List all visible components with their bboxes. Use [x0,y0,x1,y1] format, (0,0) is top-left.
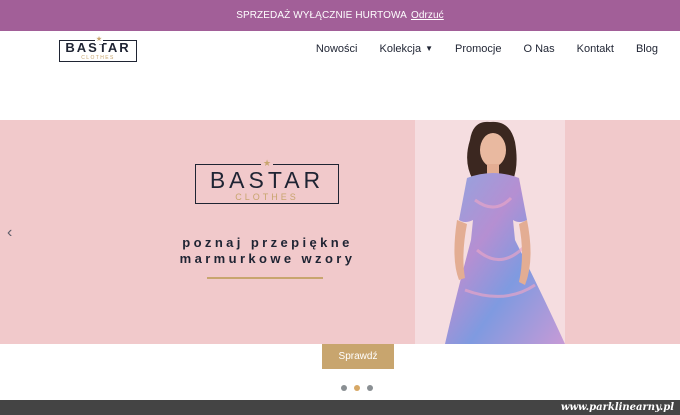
site-header: ★ BASTAR CLOTHES Nowości Kolekcja ▼ Promo… [0,31,680,71]
nav-item-nowosci[interactable]: Nowości [316,43,358,55]
nav-item-kontakt[interactable]: Kontakt [577,43,614,55]
hero-logo: ★ BASTAR CLOTHES [195,158,339,204]
main-nav: Nowości Kolekcja ▼ Promocje O Nas Kontakt… [316,43,658,55]
watermark-text: www.parklinearny.pl [560,402,674,413]
nav-item-promocje[interactable]: Promocje [455,43,501,55]
site-logo[interactable]: ★ BASTAR CLOTHES [59,36,137,62]
notice-text: SPRZEDAŻ WYŁĄCZNIE HURTOWA [236,10,407,21]
hero-logo-main-text: BASTAR [209,167,325,193]
slider-dot-3[interactable] [367,385,373,391]
notice-bar: SPRZEDAŻ WYŁĄCZNIE HURTOWA Odrzuć [0,0,680,31]
logo-sub-text: CLOTHES [81,55,115,61]
nav-item-kolekcja[interactable]: Kolekcja ▼ [380,43,434,55]
slider-dot-1[interactable] [341,385,347,391]
check-button[interactable]: Sprawdź [322,344,394,369]
nav-item-blog[interactable]: Blog [636,43,658,55]
chevron-down-icon: ▼ [425,44,433,53]
hero-slide: ‹ ★ BASTAR CLOTHES poznaj przepiękne mar… [0,120,680,344]
slider-prev-arrow-icon[interactable]: ‹ [7,224,12,242]
nav-item-o-nas[interactable]: O Nas [523,43,554,55]
hero-divider [207,277,323,279]
logo-star-icon: ★ [95,36,103,44]
dismiss-link[interactable]: Odrzuć [411,10,444,21]
hero-tagline-line1: poznaj przepiękne [182,235,353,250]
hero-tagline: poznaj przepiękne marmurkowe wzory [150,235,385,267]
hero-logo-sub-text: CLOTHES [235,192,299,202]
footer-strip: www.parklinearny.pl [0,400,680,415]
slider-dots [341,385,373,391]
slider-dot-2[interactable] [354,385,360,391]
model-photo [415,120,565,344]
hero-logo-star-icon: ★ [261,158,273,169]
nav-item-kolekcja-label: Kolekcja [379,43,422,55]
hero-tagline-line2: marmurkowe wzory [179,251,356,266]
